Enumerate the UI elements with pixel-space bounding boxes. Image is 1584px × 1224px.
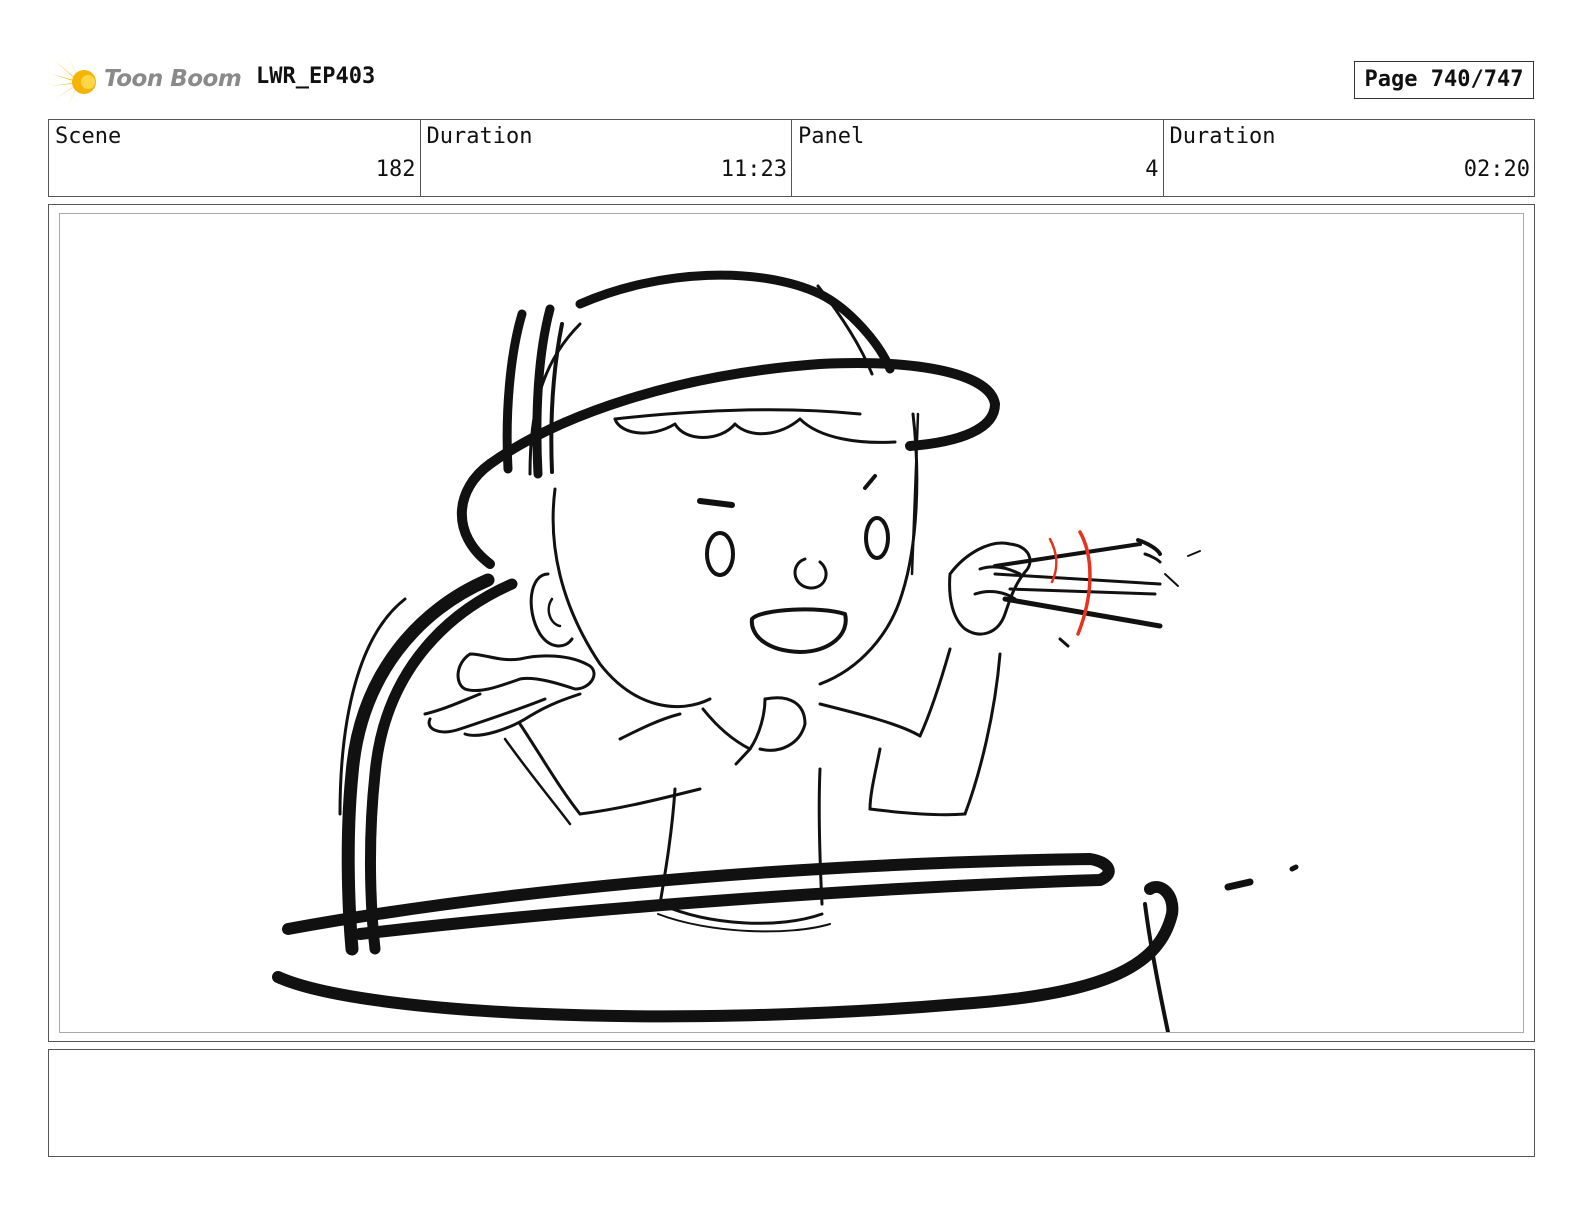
toon-boom-logo: Toon Boom [50, 52, 242, 112]
right-arm-inner [918, 647, 952, 738]
left-eye [705, 531, 735, 577]
speed-line-1 [1187, 550, 1201, 557]
hat-brim-under [613, 408, 862, 421]
collar-v [734, 747, 752, 766]
nose [793, 557, 828, 590]
shirt-left-side [658, 787, 677, 906]
panel-duration-cell: Duration 02:20 [1164, 120, 1535, 196]
scene-cell: Scene 182 [49, 120, 421, 196]
panel-cell: Panel 4 [792, 120, 1164, 196]
left-eyebrow [697, 498, 735, 508]
left-sleeve [578, 787, 702, 816]
panel-value: 4 [1145, 157, 1159, 182]
right-eye [864, 516, 890, 560]
ear-inner [547, 597, 562, 628]
collar-right [758, 696, 807, 752]
scene-duration-cell: Duration 11:23 [421, 120, 792, 196]
panel-label: Panel [798, 124, 865, 149]
hat-brim [485, 358, 1000, 469]
notes-area [48, 1049, 1535, 1157]
scene-label: Scene [55, 124, 122, 149]
storyboard-panel [59, 213, 1524, 1033]
left-hand-finger [423, 692, 482, 716]
shirt-right-shoulder [818, 702, 922, 738]
chopstick-tip-mark-2 [1143, 552, 1162, 564]
right-sleeve [868, 747, 882, 811]
table-accent-2 [1289, 864, 1299, 872]
hair-fringe [613, 417, 897, 444]
page-indicator: Page 740/747 [1354, 61, 1534, 99]
left-hand [456, 652, 596, 693]
storyboard-panel-frame [48, 204, 1535, 1042]
ear [529, 572, 574, 648]
chopstick-upper [993, 542, 1142, 568]
scene-value: 182 [375, 157, 416, 182]
motion-arc-1 [1048, 537, 1058, 584]
face-left [551, 487, 712, 709]
scene-duration-value: 11:23 [720, 157, 787, 182]
right-eyebrow [863, 474, 877, 490]
storyboard-sketch [272, 270, 1299, 1032]
scene-duration-label: Duration [426, 124, 533, 149]
logo-wordmark: Toon Boom [104, 66, 242, 92]
scene-info-table: Scene 182 Duration 11:23 Panel 4 Duratio… [48, 119, 1535, 197]
hat-back [456, 459, 495, 569]
panel-duration-value: 02:20 [1463, 157, 1530, 182]
speed-line-3 [1058, 637, 1070, 648]
right-sleeve-cuff [868, 807, 967, 817]
shirt-left-shoulder [618, 712, 682, 741]
starburst-logo-icon [50, 56, 96, 108]
mouth [749, 607, 848, 654]
speed-line-2 [1164, 573, 1179, 587]
panel-duration-label: Duration [1169, 124, 1276, 149]
left-arm [518, 722, 582, 816]
left-hand-palm [427, 697, 547, 734]
collar-left [701, 697, 767, 751]
project-id: LWR_EP403 [256, 64, 376, 89]
hat-strand-2 [532, 304, 555, 479]
table-accent-1 [1224, 878, 1254, 891]
chopstick-tip-mark-1 [1136, 538, 1162, 556]
chopstick-lower-2 [1008, 587, 1157, 596]
motion-arc-2 [1076, 530, 1092, 636]
shirt-right-side [817, 767, 824, 906]
right-arm [963, 652, 1002, 816]
table-edge-back [282, 853, 1115, 940]
